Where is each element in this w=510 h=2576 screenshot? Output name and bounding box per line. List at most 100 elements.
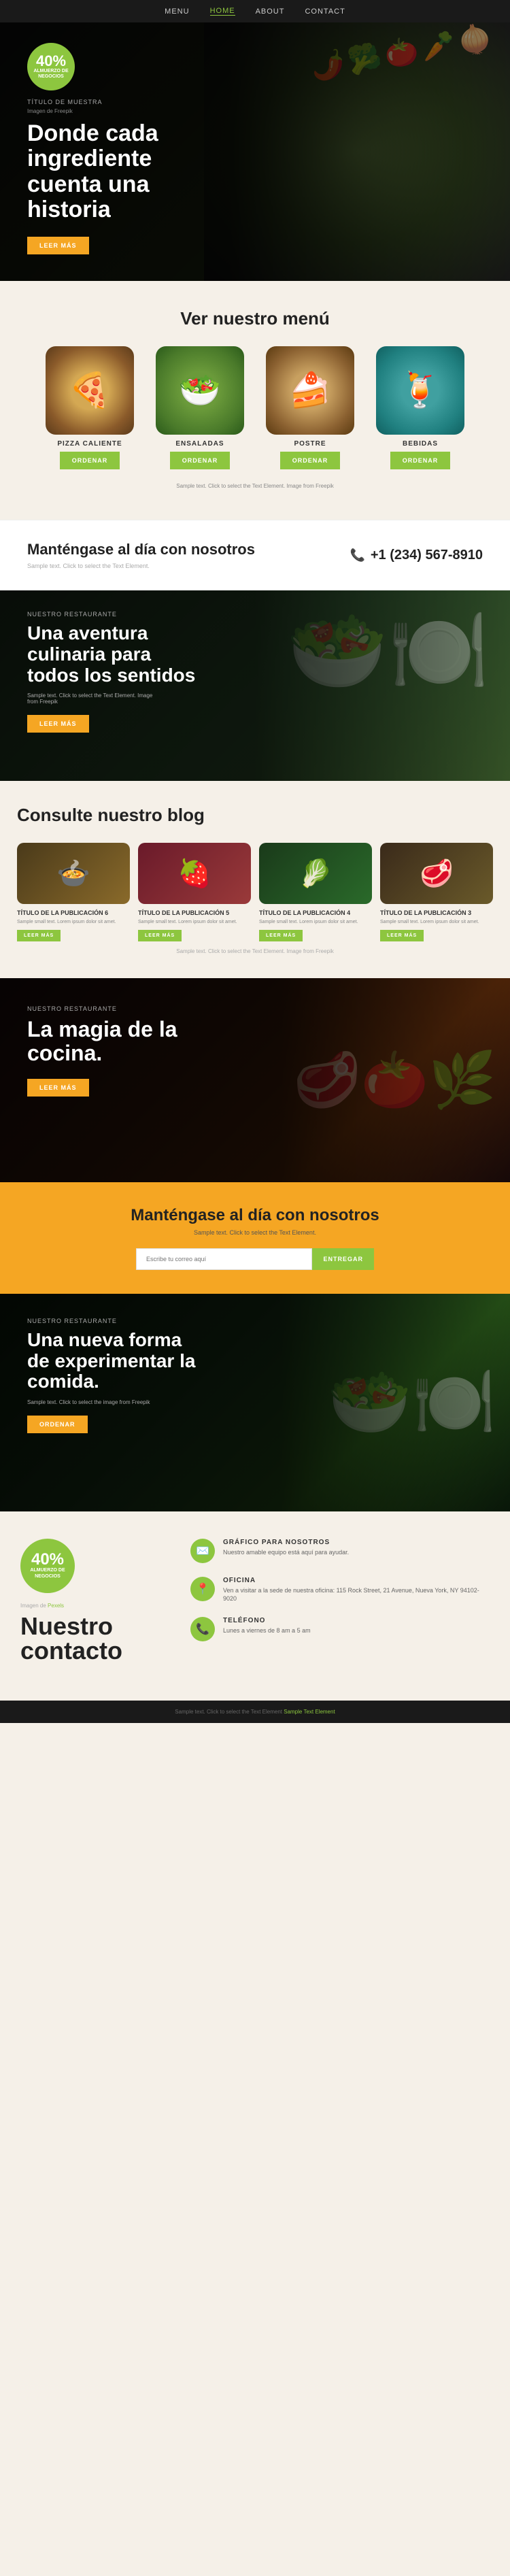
menu-dessert-image: [266, 346, 354, 435]
blog-card-4: TÍTULO DE LA PUBLICACIÓN 3 Sample small …: [380, 843, 493, 941]
hero-section: 40% ALMUERZO DE NEGOCIOS TÍTULO DE MUEST…: [0, 22, 510, 281]
contact-phone-item: 📞 TELÉFONO Lunes a viernes de 8 am a 5 a…: [190, 1617, 490, 1641]
graphic-icon: ✉️: [190, 1539, 215, 1563]
blog-read-more-2[interactable]: LEER MÁS: [138, 930, 182, 941]
contact-office-info: OFICINA Ven a visitar a la sede de nuest…: [223, 1577, 490, 1603]
contact-badge-percent: 40%: [31, 1552, 64, 1568]
menu-dessert-label: POSTRE: [294, 440, 326, 448]
blog-title-3: TÍTULO DE LA PUBLICACIÓN 4: [259, 909, 372, 916]
stay-title: Manténgase al día con nosotros: [27, 541, 255, 558]
contact-graphic-info: GRÁFICO PARA NOSOTROS Nuestro amable equ…: [223, 1539, 349, 1557]
menu-item-salad: ENSALADAS ORDENAR: [149, 346, 251, 469]
contact-phone-info: TELÉFONO Lunes a viernes de 8 am a 5 am: [223, 1617, 311, 1635]
newsletter-submit-button[interactable]: ENTREGAR: [312, 1248, 374, 1270]
footer-link[interactable]: Sample Text Element: [284, 1709, 335, 1715]
contact-graphic-item: ✉️ GRÁFICO PARA NOSOTROS Nuestro amable …: [190, 1539, 490, 1563]
navigation: MENU HOME ABOUT CONTACT: [0, 0, 510, 22]
contact-phone-text: Lunes a viernes de 8 am a 5 am: [223, 1626, 311, 1635]
badge-percent: 40%: [36, 54, 66, 69]
contact-left: 40% ALMUERZO DE NEGOCIOS Imagen de Pexel…: [20, 1539, 170, 1673]
blog-title-2: TÍTULO DE LA PUBLICACIÓN 5: [138, 909, 251, 916]
magic-section: NUESTRO RESTAURANTE La magia de la cocin…: [0, 978, 510, 1182]
contact-image-credit: Imagen de Pexels: [20, 1603, 170, 1609]
menu-sample-text: Sample text. Click to select the Text El…: [20, 483, 490, 489]
restaurant-sample-1: Sample text. Click to select the Text El…: [27, 692, 163, 705]
menu-pizza-label: PIZZA CALIENTE: [57, 440, 122, 448]
phone-row: 📞 +1 (234) 567-8910: [350, 548, 483, 563]
footer: Sample text. Click to select the Text El…: [0, 1701, 510, 1723]
newway-content: NUESTRO RESTAURANTE Una nueva forma de e…: [0, 1294, 510, 1457]
stay-sample-text: Sample text. Click to select the Text El…: [27, 563, 255, 569]
stay-right: 📞 +1 (234) 567-8910: [350, 548, 483, 563]
menu-item-drinks: BEBIDAS ORDENAR: [369, 346, 471, 469]
blog-card-1: TÍTULO DE LA PUBLICACIÓN 6 Sample small …: [17, 843, 130, 941]
newsletter-form: ENTREGAR: [136, 1248, 374, 1270]
menu-drinks-label: BEBIDAS: [403, 440, 438, 448]
menu-item-pizza: PIZZA CALIENTE ORDENAR: [39, 346, 141, 469]
newsletter-email-input[interactable]: [136, 1248, 312, 1270]
contact-graphic-title: GRÁFICO PARA NOSOTROS: [223, 1539, 349, 1546]
contact-image-link[interactable]: Pexels: [48, 1603, 64, 1609]
blog-text-1: Sample small text. Lorem ipsum dolor sit…: [17, 919, 130, 926]
magic-cta-button[interactable]: LEER MÁS: [27, 1079, 89, 1097]
new-way-section: NUESTRO RESTAURANTE Una nueva forma de e…: [0, 1294, 510, 1511]
hero-content: 40% ALMUERZO DE NEGOCIOS TÍTULO DE MUEST…: [0, 22, 510, 275]
blog-section-title: Consulte nuestro blog: [17, 805, 493, 826]
blog-bottom-text: Sample text. Click to select the Text El…: [17, 948, 493, 954]
newsletter-title: Manténgase al día con nosotros: [41, 1206, 469, 1225]
blog-image-4: [380, 843, 493, 904]
footer-text: Sample text. Click to select the Text El…: [175, 1709, 282, 1715]
menu-section-title: Ver nuestro menú: [20, 308, 490, 329]
nav-about[interactable]: ABOUT: [256, 7, 285, 16]
blog-read-more-4[interactable]: LEER MÁS: [380, 930, 424, 941]
menu-dessert-order-button[interactable]: ORDENAR: [280, 452, 341, 469]
contact-title: Nuestro contacto: [20, 1614, 170, 1663]
menu-drinks-image: [376, 346, 464, 435]
menu-salad-image: [156, 346, 244, 435]
stay-updated-section: Manténgase al día con nosotros Sample te…: [0, 520, 510, 590]
menu-drinks-order-button[interactable]: ORDENAR: [390, 452, 451, 469]
menu-grid: PIZZA CALIENTE ORDENAR ENSALADAS ORDENAR…: [20, 346, 490, 469]
newsletter-sample-text: Sample text. Click to select the Text El…: [41, 1229, 469, 1236]
menu-pizza-order-button[interactable]: ORDENAR: [60, 452, 120, 469]
contact-phone-title: TELÉFONO: [223, 1617, 311, 1624]
newsletter-section: Manténgase al día con nosotros Sample te…: [0, 1182, 510, 1294]
phone-icon: 📞: [190, 1617, 215, 1641]
menu-salad-order-button[interactable]: ORDENAR: [170, 452, 231, 469]
blog-grid: TÍTULO DE LA PUBLICACIÓN 6 Sample small …: [17, 843, 493, 941]
nav-contact[interactable]: CONTACT: [305, 7, 345, 16]
contact-section: 40% ALMUERZO DE NEGOCIOS Imagen de Pexel…: [0, 1511, 510, 1701]
restaurant-title-1: Una aventura culinaria para todos los se…: [27, 623, 197, 686]
menu-section: Ver nuestro menú PIZZA CALIENTE ORDENAR …: [0, 281, 510, 520]
contact-graphic-text: Nuestro amable equipo está aquí para ayu…: [223, 1548, 349, 1557]
phone-icon: 📞: [350, 548, 364, 563]
blog-title-1: TÍTULO DE LA PUBLICACIÓN 6: [17, 909, 130, 916]
contact-office-item: 📍 OFICINA Ven a visitar a la sede de nue…: [190, 1577, 490, 1603]
magic-title: La magia de la cocina.: [27, 1018, 204, 1065]
phone-number: +1 (234) 567-8910: [371, 548, 483, 563]
contact-right: ✉️ GRÁFICO PARA NOSOTROS Nuestro amable …: [190, 1539, 490, 1655]
blog-read-more-3[interactable]: LEER MÁS: [259, 930, 303, 941]
newway-cta-button[interactable]: ORDENAR: [27, 1416, 88, 1433]
restaurant-cta-button-1[interactable]: LEER MÁS: [27, 715, 89, 733]
magic-subtitle: NUESTRO RESTAURANTE: [27, 1005, 483, 1012]
blog-card-2: TÍTULO DE LA PUBLICACIÓN 5 Sample small …: [138, 843, 251, 941]
blog-read-more-1[interactable]: LEER MÁS: [17, 930, 61, 941]
stay-left: Manténgase al día con nosotros Sample te…: [27, 541, 255, 569]
blog-card-3: TÍTULO DE LA PUBLICACIÓN 4 Sample small …: [259, 843, 372, 941]
blog-text-3: Sample small text. Lorem ipsum dolor sit…: [259, 919, 372, 926]
discount-badge: 40% ALMUERZO DE NEGOCIOS: [27, 43, 75, 90]
blog-image-3: [259, 843, 372, 904]
badge-subtitle: ALMUERZO DE NEGOCIOS: [27, 69, 75, 80]
nav-menu[interactable]: MENU: [165, 7, 189, 16]
blog-image-2: [138, 843, 251, 904]
contact-badge-sub: ALMUERZO DE NEGOCIOS: [20, 1568, 75, 1579]
newway-sample-text: Sample text. Click to select the image f…: [27, 1399, 163, 1405]
blog-text-2: Sample small text. Lorem ipsum dolor sit…: [138, 919, 251, 926]
menu-salad-label: ENSALADAS: [175, 440, 224, 448]
hero-cta-button[interactable]: LEER MÁS: [27, 237, 89, 254]
hero-image-credit: Imagen de Freepik: [27, 108, 483, 114]
nav-home[interactable]: HOME: [210, 7, 235, 16]
contact-office-text: Ven a visitar a la sede de nuestra ofici…: [223, 1586, 490, 1603]
contact-office-title: OFICINA: [223, 1577, 490, 1584]
